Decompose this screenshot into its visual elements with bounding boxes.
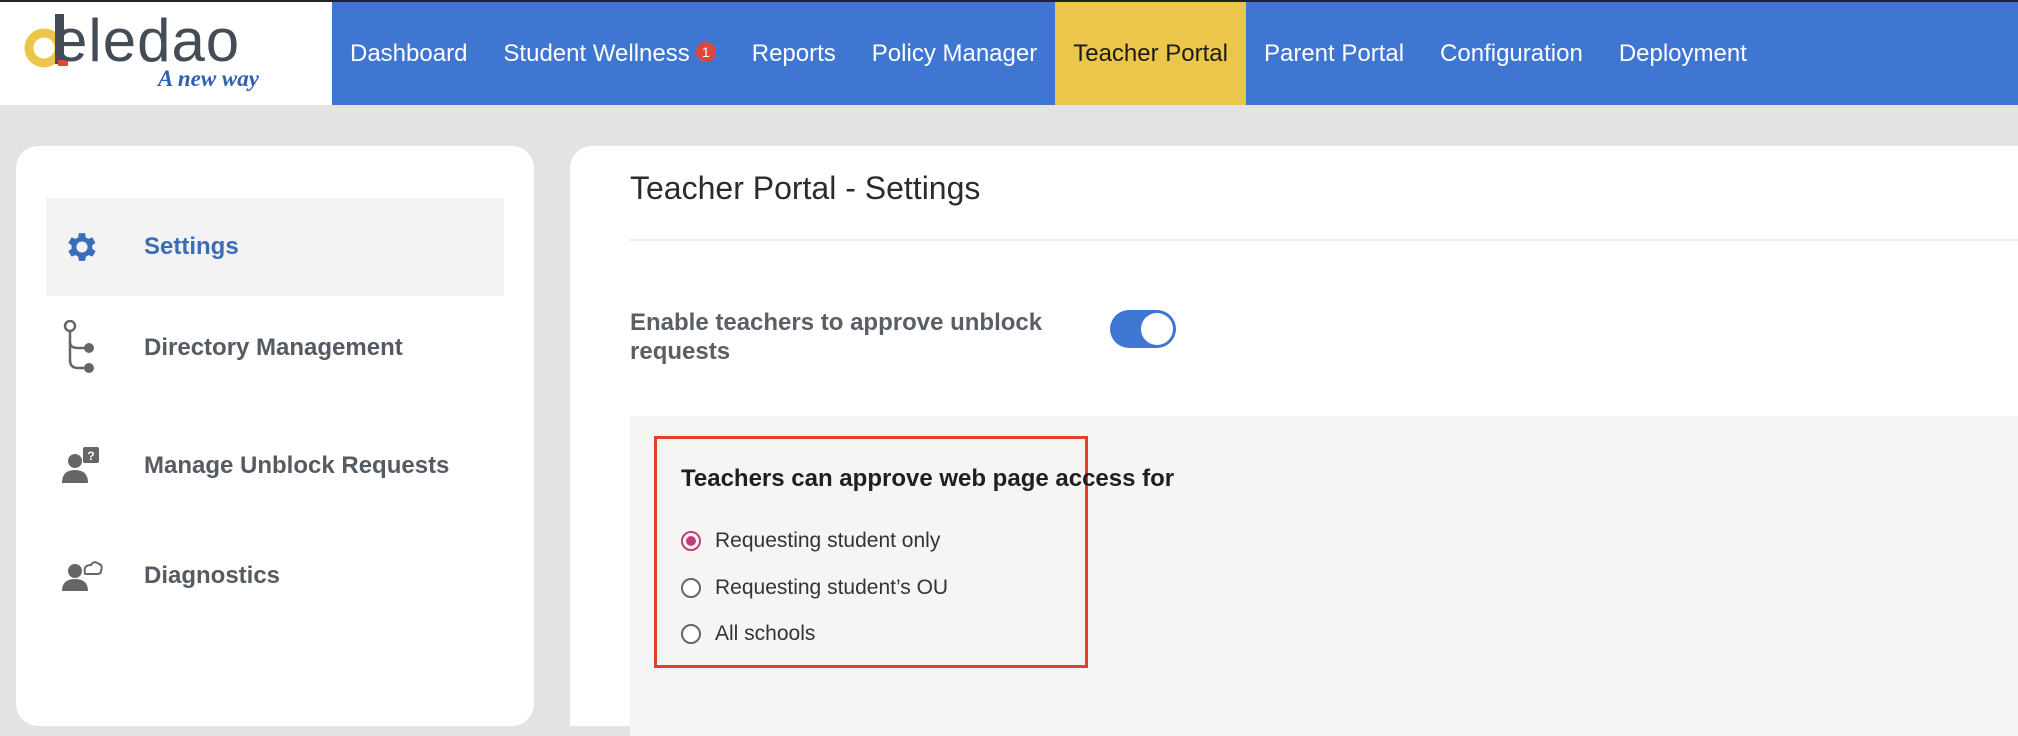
enable-unblock-toggle[interactable] [1110, 310, 1176, 348]
top-navigation-bar: eledao A new way Dashboard Student Welln… [0, 0, 2018, 105]
nav-student-wellness[interactable]: Student Wellness 1 [485, 2, 733, 105]
sidebar-item-settings[interactable]: Settings [46, 198, 504, 296]
nav-label: Parent Portal [1263, 39, 1405, 67]
radio-label: Requesting student only [715, 529, 941, 552]
radio-option-all-schools[interactable]: All schools [681, 622, 815, 646]
sidebar-item-label: Settings [144, 233, 239, 260]
nav-teacher-portal[interactable]: Teacher Portal [1055, 2, 1246, 105]
sidebar-item-diagnostics[interactable]: Diagnostics [46, 546, 504, 606]
radio-label: All schools [715, 622, 816, 645]
brand-tagline: A new way [158, 66, 259, 91]
radio-label: Requesting student’s OU [715, 576, 949, 599]
nav-label: Teacher Portal [1073, 39, 1228, 67]
sidebar-item-label: Directory Management [144, 334, 403, 361]
sidebar-item-label: Manage Unblock Requests [144, 452, 450, 479]
title-divider [630, 239, 2018, 241]
page-title: Teacher Portal - Settings [630, 170, 981, 206]
nav-reports[interactable]: Reports [734, 2, 854, 105]
radio-button[interactable] [681, 578, 701, 598]
nav-dashboard[interactable]: Dashboard [332, 2, 485, 105]
user-cloud-icon [60, 554, 104, 598]
radio-option-requesting-student-ou[interactable]: Requesting student’s OU [681, 576, 948, 600]
radio-button[interactable] [681, 624, 701, 644]
nav-label: Dashboard [350, 39, 468, 67]
sidebar-item-directory-management[interactable]: Directory Management [46, 318, 504, 378]
sidebar: Settings Directory Management ? Manage U… [16, 146, 534, 726]
tree-icon [60, 320, 104, 373]
nav-label: Reports [751, 39, 836, 67]
brand-logo[interactable]: eledao A new way [0, 2, 332, 105]
notification-badge: 1 [695, 41, 716, 62]
nav-label: Configuration [1440, 39, 1583, 67]
approval-options-box: Teachers can approve web page access for… [654, 436, 1174, 668]
user-question-icon: ? [60, 444, 104, 488]
sidebar-item-label: Diagnostics [144, 562, 281, 589]
toggle-label: Enable teachers to approve unblock reque… [630, 309, 1043, 365]
brand-name: eledao [54, 7, 241, 74]
svg-text:?: ? [87, 449, 94, 463]
approval-title: Teachers can approve web page access for [681, 465, 1175, 492]
nav-label: Student Wellness [503, 39, 690, 67]
sidebar-item-manage-unblock-requests[interactable]: ? Manage Unblock Requests [46, 436, 504, 496]
radio-button[interactable] [681, 531, 701, 551]
settings-panel: Teacher Portal - Settings Enable teacher… [570, 146, 2018, 736]
toggle-knob [1141, 313, 1173, 345]
approval-section: Teachers can approve web page access for… [630, 416, 2018, 736]
nav-parent-portal[interactable]: Parent Portal [1246, 2, 1422, 105]
nav-policy-manager[interactable]: Policy Manager [854, 2, 1055, 105]
nav-label: Policy Manager [871, 39, 1038, 67]
main-nav: Dashboard Student Wellness 1 Reports Poli… [332, 2, 1765, 105]
nav-deployment[interactable]: Deployment [1601, 2, 1765, 105]
nav-label: Deployment [1618, 39, 1747, 67]
radio-option-requesting-student-only[interactable]: Requesting student only [681, 529, 940, 553]
gear-icon [60, 225, 104, 269]
nav-configuration[interactable]: Configuration [1422, 2, 1601, 105]
